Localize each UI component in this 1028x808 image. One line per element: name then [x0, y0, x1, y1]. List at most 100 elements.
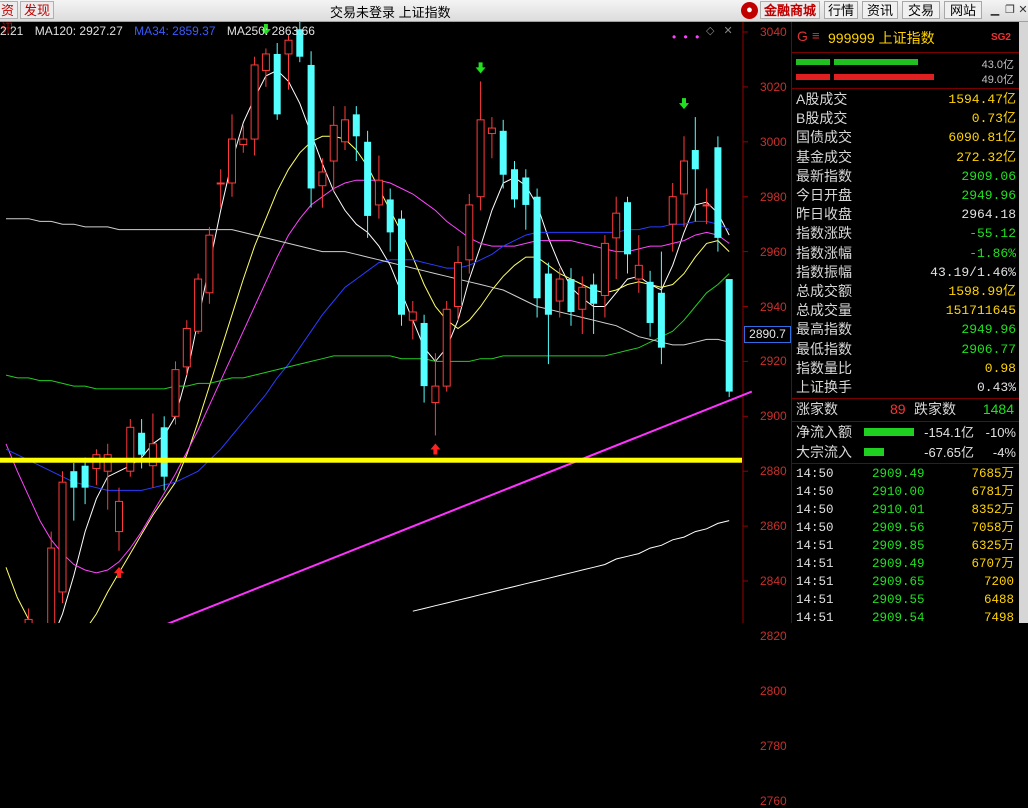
candle-body: [307, 64, 315, 189]
candle-body: [668, 196, 677, 225]
window-title: 交易未登录 上证指数: [330, 5, 451, 20]
security-code-name: 999999 上证指数: [828, 30, 935, 46]
flow-bar: [864, 428, 914, 436]
stat-label: 总成交额: [796, 283, 852, 299]
candle-body: [454, 262, 462, 307]
tick-price: 2909.65: [872, 575, 925, 589]
tick-volume: 6707万: [971, 557, 1014, 571]
tick-price: 2910.00: [872, 485, 925, 499]
tick-row: 14:50 2910.01 8352万: [796, 501, 1020, 519]
stat-label: 最低指数: [796, 340, 852, 357]
news-menu-button[interactable]: 资讯: [0, 1, 18, 36]
tick-row: 14:50 2909.56 7058万: [796, 519, 1020, 537]
close-icon[interactable]: ✕: [1016, 3, 1028, 17]
tick-time: 14:50: [796, 521, 834, 535]
stat-row: 指数振幅 43.19/1.46%: [796, 263, 1018, 282]
ma-legend: 2.21 MA120: 2927.27 MA34: 2859.37 MA250:…: [0, 23, 323, 40]
group-icon[interactable]: G: [797, 28, 808, 44]
stat-label: 指数涨跌: [796, 225, 852, 242]
candle-body: [476, 119, 485, 198]
up-volume-bar: [796, 59, 918, 65]
candle-body: [408, 311, 417, 321]
tick-time: 14:50: [796, 503, 834, 517]
candle-body: [725, 279, 733, 392]
advance-decline-row: 涨家数 89 跌家数 1484: [796, 401, 1014, 417]
stat-row: 今日开盘 2949.96: [796, 186, 1018, 205]
stat-value: 2964.18: [961, 207, 1016, 223]
candle-body: [171, 369, 180, 417]
y-axis-label: 3000: [760, 134, 787, 149]
tick-price: 2909.54: [872, 611, 925, 625]
candle-body: [487, 127, 496, 135]
candle-body: [533, 196, 541, 299]
nav-info-button[interactable]: 资讯: [862, 1, 898, 19]
stat-value: 1598.99亿: [948, 284, 1016, 299]
candle-body: [600, 242, 609, 297]
stat-value: 2949.96: [961, 188, 1016, 203]
tick-volume: 7058万: [971, 521, 1014, 535]
flow-percent: -4%: [992, 445, 1016, 460]
candle-body: [205, 234, 214, 294]
stat-row: 基金成交 272.32亿: [796, 148, 1018, 167]
stat-label: B股成交: [796, 110, 848, 127]
finance-mall-button[interactable]: 金融商城: [760, 1, 820, 19]
stat-value: 151711645: [945, 303, 1016, 319]
sell-arrow-icon: [679, 98, 689, 110]
candle-body: [646, 281, 654, 323]
candle-body: [352, 114, 360, 137]
restore-icon[interactable]: ❐: [1003, 3, 1017, 17]
candle-body: [522, 177, 530, 205]
candle-body: [24, 618, 33, 623]
candle-body: [420, 322, 428, 387]
stat-row: 最高指数 2949.96: [796, 320, 1018, 339]
up-volume-value: 43.0亿: [981, 59, 1014, 71]
tick-row: 14:51 2909.65 7200: [796, 573, 1020, 591]
tick-price: 2909.49: [872, 467, 925, 481]
nav-quotes-button[interactable]: 行情: [824, 1, 858, 19]
candle-body: [47, 547, 56, 623]
mall-logo-icon[interactable]: ●: [741, 2, 758, 19]
diamond-icon[interactable]: ◇: [706, 25, 714, 37]
flow-value: -67.65亿: [924, 445, 974, 460]
candle-body: [103, 454, 112, 472]
stat-label: 总成交量: [796, 302, 852, 319]
candle-body: [567, 279, 575, 312]
buy-arrow-icon: [430, 443, 441, 455]
support-line: [0, 457, 742, 463]
stat-label: 指数量比: [796, 359, 852, 376]
kline-chart[interactable]: [0, 22, 791, 623]
minimize-icon[interactable]: ▁: [988, 3, 1002, 17]
menu-icon[interactable]: ≡: [812, 28, 820, 43]
candle-body: [590, 284, 598, 304]
ma-line: [412, 520, 730, 612]
tick-price: 2909.49: [872, 557, 925, 571]
close-chart-icon[interactable]: ✕: [724, 25, 733, 37]
y-axis-label: 2880: [760, 464, 787, 479]
tick-row: 14:51 2909.55 6488: [796, 591, 1020, 609]
discover-menu-button[interactable]: 发现: [20, 1, 54, 19]
candle-body: [329, 124, 338, 162]
tick-volume: 6781万: [971, 485, 1014, 499]
candle-body: [194, 278, 203, 332]
stat-label: 指数涨幅: [796, 244, 852, 261]
sell-arrow-icon: [475, 62, 486, 74]
ma-legend-item: MA34: 2859.37: [134, 24, 216, 38]
stat-value: 2949.96: [961, 322, 1016, 338]
candle-body: [465, 204, 474, 261]
y-axis-label: 2840: [760, 574, 787, 588]
flow-percent: -10%: [985, 425, 1016, 440]
nav-trade-button[interactable]: 交易: [902, 1, 940, 19]
stat-label: 昨日收盘: [796, 206, 852, 223]
nav-website-button[interactable]: 网站: [944, 1, 982, 19]
tick-price: 2909.55: [872, 593, 925, 607]
candle-body: [126, 426, 135, 472]
candle-body: [511, 169, 518, 200]
quote-panel: G ≡ 999999 上证指数 SG2 43.0亿 49.0亿 A股成交 1594…: [791, 22, 1020, 625]
y-axis-label: 2900: [760, 409, 787, 424]
stat-value: 6090.81亿: [948, 130, 1016, 146]
tick-row: 14:51 2909.85 6325万: [796, 537, 1020, 555]
scrollbar[interactable]: [1019, 22, 1028, 623]
tick-volume: 6488: [983, 593, 1014, 607]
stat-label: A股成交: [796, 91, 848, 107]
stat-value: -55.12: [969, 226, 1016, 242]
